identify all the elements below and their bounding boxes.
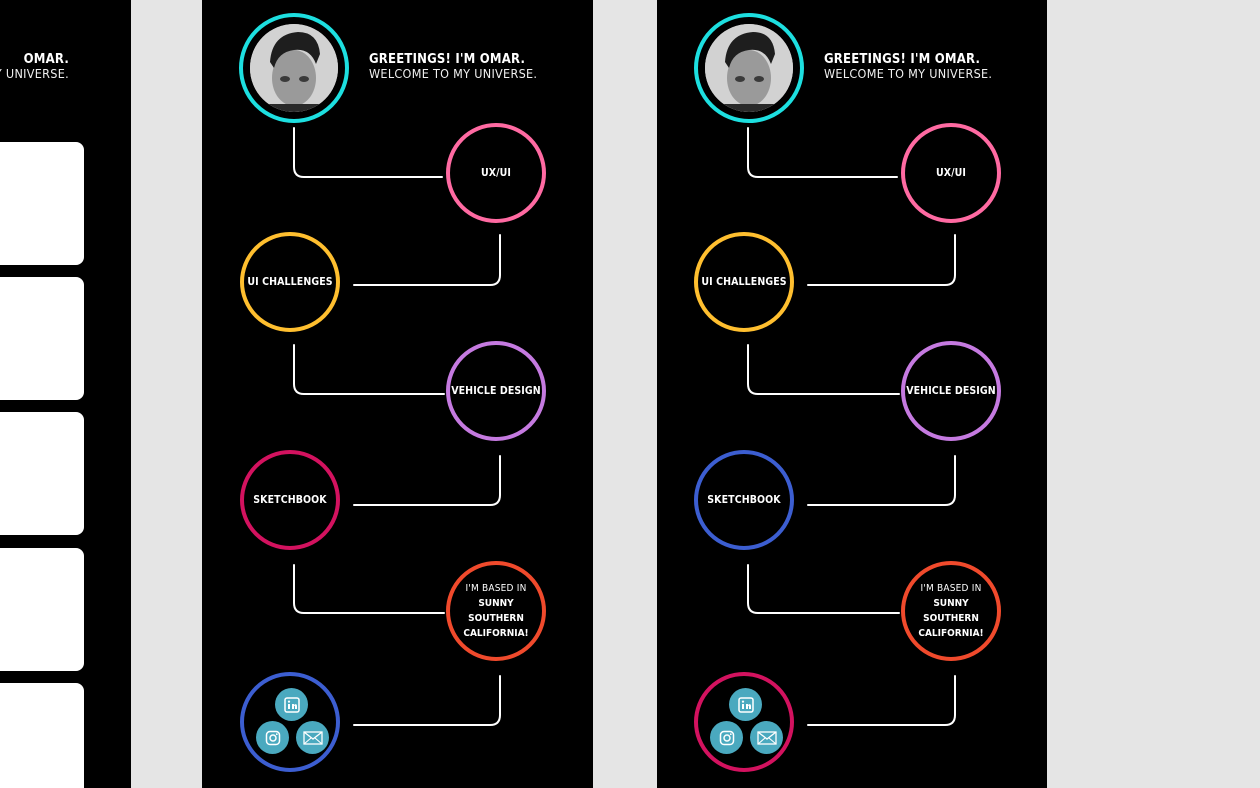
instagram-icon[interactable] [710,721,743,754]
greeting-line1: GREETINGS! I'M OMAR. [369,52,526,67]
vehicle-design-label: VEHICLE DESIGN [451,385,541,397]
card-placeholder[interactable] [0,683,84,788]
location-line: SOUTHERN [468,613,524,624]
greeting: GREETINGS! I'M OMAR. WELCOME TO MY UNIVE… [824,52,992,81]
greeting-line2: Y UNIVERSE. [0,66,69,81]
card-placeholder[interactable] [0,412,84,535]
location-line: SUNNY [933,598,969,609]
vehicle-design-node[interactable]: VEHICLE DESIGN [446,341,546,441]
uxui-node[interactable]: UX/UI [446,123,546,223]
location-line: SUNNY [478,598,514,609]
location-node[interactable]: I'M BASED IN SUNNY SOUTHERN CALIFORNIA! [901,561,1001,661]
artboard-variant-a: GREETINGS! I'M OMAR. WELCOME TO MY UNIVE… [202,0,593,788]
ui-challenges-label: UI CHALLENGES [701,276,787,288]
greeting-line1: GREETINGS! I'M OMAR. [824,52,981,67]
ui-challenges-node[interactable]: UI CHALLENGES [694,232,794,332]
greeting-line1: OMAR. [23,52,69,67]
ui-challenges-node[interactable]: UI CHALLENGES [240,232,340,332]
vehicle-design-label: VEHICLE DESIGN [906,385,996,397]
location-line: CALIFORNIA! [463,628,529,639]
sketchbook-node[interactable]: SKETCHBOOK [240,450,340,550]
greeting: GREETINGS! I'M OMAR. WELCOME TO MY UNIVE… [369,52,537,81]
card-placeholder[interactable] [0,548,84,671]
portrait-photo [705,24,793,112]
portrait-photo [250,24,338,112]
greeting-line2: WELCOME TO MY UNIVERSE. [369,66,538,81]
location-text: I'M BASED IN SUNNY SOUTHERN CALIFORNIA! [918,581,983,641]
greeting-partial: OMAR. Y UNIVERSE. [0,52,69,81]
profile-avatar[interactable] [694,13,804,123]
mail-icon[interactable] [296,721,329,754]
linkedin-icon[interactable] [275,688,308,721]
profile-avatar[interactable] [239,13,349,123]
greeting-line2: WELCOME TO MY UNIVERSE. [824,66,993,81]
portrait-image [705,24,793,112]
sketchbook-node[interactable]: SKETCHBOOK [694,450,794,550]
card-placeholder[interactable] [0,142,84,265]
location-line: CALIFORNIA! [918,628,984,639]
social-node [240,672,340,772]
sketchbook-label: SKETCHBOOK [707,494,781,506]
location-intro: I'M BASED IN [465,583,527,594]
card-placeholder[interactable] [0,277,84,400]
location-text: I'M BASED IN SUNNY SOUTHERN CALIFORNIA! [463,581,528,641]
uxui-label: UX/UI [480,167,512,179]
vehicle-design-node[interactable]: VEHICLE DESIGN [901,341,1001,441]
artboard-variant-b: GREETINGS! I'M OMAR. WELCOME TO MY UNIVE… [657,0,1047,788]
mail-icon[interactable] [750,721,783,754]
portrait-image [250,24,338,112]
ui-challenges-label: UI CHALLENGES [247,276,333,288]
location-intro: I'M BASED IN [920,583,982,594]
location-line: SOUTHERN [923,613,979,624]
uxui-node[interactable]: UX/UI [901,123,1001,223]
artboard-left-partial: OMAR. Y UNIVERSE. [0,0,131,788]
social-node [694,672,794,772]
instagram-icon[interactable] [256,721,289,754]
uxui-label: UX/UI [935,167,967,179]
location-node[interactable]: I'M BASED IN SUNNY SOUTHERN CALIFORNIA! [446,561,546,661]
linkedin-icon[interactable] [729,688,762,721]
sketchbook-label: SKETCHBOOK [253,494,327,506]
